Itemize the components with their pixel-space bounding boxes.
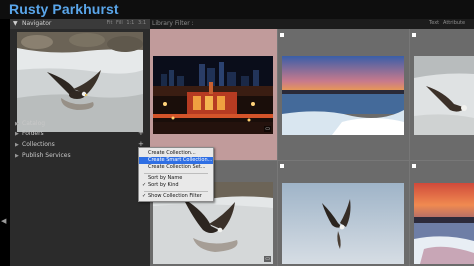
identity-plate: Rusty Parkhurst — [9, 1, 119, 17]
checkmark-icon: ✓ — [142, 182, 147, 188]
expand-triangle-icon[interactable]: ▶ — [15, 153, 19, 159]
library-filter-bar: Library Filter : Text Attribute — [150, 19, 474, 29]
sunset-ice-image — [414, 183, 474, 264]
thumbnail-cell[interactable] — [410, 29, 474, 160]
menu-item-label: Create Collection Set... — [148, 164, 206, 170]
navigator-preview[interactable] — [17, 32, 143, 132]
filter-attribute-button[interactable]: Attribute — [443, 20, 465, 26]
menu-item-label: Show Collection Filter — [148, 193, 202, 199]
menu-item-label: Sort by Name — [148, 175, 183, 181]
publish-services-label: Publish Services — [22, 152, 71, 159]
eagle-preview-image — [17, 32, 143, 132]
catalog-panel-header[interactable]: ▶ Catalog — [10, 119, 150, 129]
zoom-fill[interactable]: Fill — [116, 20, 123, 26]
menu-item-label: Create Smart Collection... — [148, 157, 213, 163]
menu-separator — [144, 191, 208, 192]
thumbnail-image[interactable] — [414, 56, 474, 135]
folders-panel-header[interactable]: ▶ Folders + — [10, 129, 150, 139]
filter-text-button[interactable]: Text — [429, 20, 439, 26]
thumbnail-image[interactable] — [414, 183, 474, 264]
city-night-image — [153, 56, 273, 134]
checkmark-icon: ✓ — [142, 193, 147, 199]
flag-icon[interactable] — [412, 33, 416, 37]
menu-item-sort-by-name[interactable]: Sort by Name — [139, 175, 213, 182]
title-bar: Rusty Parkhurst — [0, 0, 474, 19]
expand-triangle-icon[interactable]: ▶ — [15, 142, 19, 148]
menu-item-show-collection-filter[interactable]: ✓ Show Collection Filter — [139, 193, 213, 200]
thumbnail-cell[interactable] — [278, 29, 409, 160]
collections-context-menu: Create Collection... Create Smart Collec… — [138, 147, 214, 202]
thumbnail-cell[interactable] — [410, 161, 474, 266]
left-panel: ▼ Navigator Fit Fill 1:1 3:1 ▶ Catalog ▶… — [10, 19, 150, 266]
navigator-label: Navigator — [22, 20, 52, 27]
zoom-fit[interactable]: Fit — [107, 20, 113, 26]
menu-item-label: Sort by Kind — [148, 182, 179, 188]
thumbnail-image[interactable] — [282, 183, 404, 264]
library-grid: Library Filter : Text Attribute ▭ ▭ — [150, 19, 474, 266]
publish-services-panel-header[interactable]: ▶ Publish Services + — [10, 151, 150, 161]
menu-item-create-collection[interactable]: Create Collection... — [139, 150, 213, 157]
thumbnail-cell[interactable] — [278, 161, 409, 266]
menu-item-create-smart-collection[interactable]: Create Smart Collection... — [139, 157, 213, 164]
sunset-lake-image — [282, 56, 404, 135]
menu-item-sort-by-kind[interactable]: ✓ Sort by Kind — [139, 182, 213, 189]
zoom-3to1[interactable]: 3:1 — [138, 20, 146, 26]
thumbnail-image[interactable]: ▭ — [153, 56, 273, 134]
expand-triangle-icon[interactable]: ▶ — [15, 131, 19, 137]
menu-separator — [144, 173, 208, 174]
thumbnail-cell[interactable]: ▭ — [150, 29, 277, 160]
folders-label: Folders — [22, 130, 44, 137]
edited-badge-icon: ▭ — [264, 126, 271, 132]
catalog-label: Catalog — [22, 120, 46, 127]
flag-icon[interactable] — [280, 164, 284, 168]
navigator-header[interactable]: ▼ Navigator Fit Fill 1:1 3:1 — [10, 19, 150, 29]
collapse-left-panel-icon[interactable]: ◀ — [1, 217, 6, 225]
flag-icon[interactable] — [280, 33, 284, 37]
flag-icon[interactable] — [412, 164, 416, 168]
thumbnail-image[interactable] — [282, 56, 404, 135]
edited-badge-icon: ▭ — [264, 256, 271, 262]
menu-item-create-collection-set[interactable]: Create Collection Set... — [139, 164, 213, 171]
navigator-zoom-options[interactable]: Fit Fill 1:1 3:1 — [107, 20, 146, 26]
menu-item-label: Create Collection... — [148, 150, 196, 156]
collapse-triangle-icon[interactable]: ▼ — [13, 20, 18, 27]
eagle-snow-image — [414, 56, 474, 135]
expand-triangle-icon[interactable]: ▶ — [15, 121, 19, 127]
zoom-1to1[interactable]: 1:1 — [126, 20, 134, 26]
collections-panel-header[interactable]: ▶ Collections + — [10, 140, 150, 150]
add-folder-button[interactable]: + — [138, 129, 144, 137]
collections-label: Collections — [22, 141, 55, 148]
library-filter-label: Library Filter : — [152, 20, 194, 27]
eagle-flight-image — [282, 183, 404, 264]
